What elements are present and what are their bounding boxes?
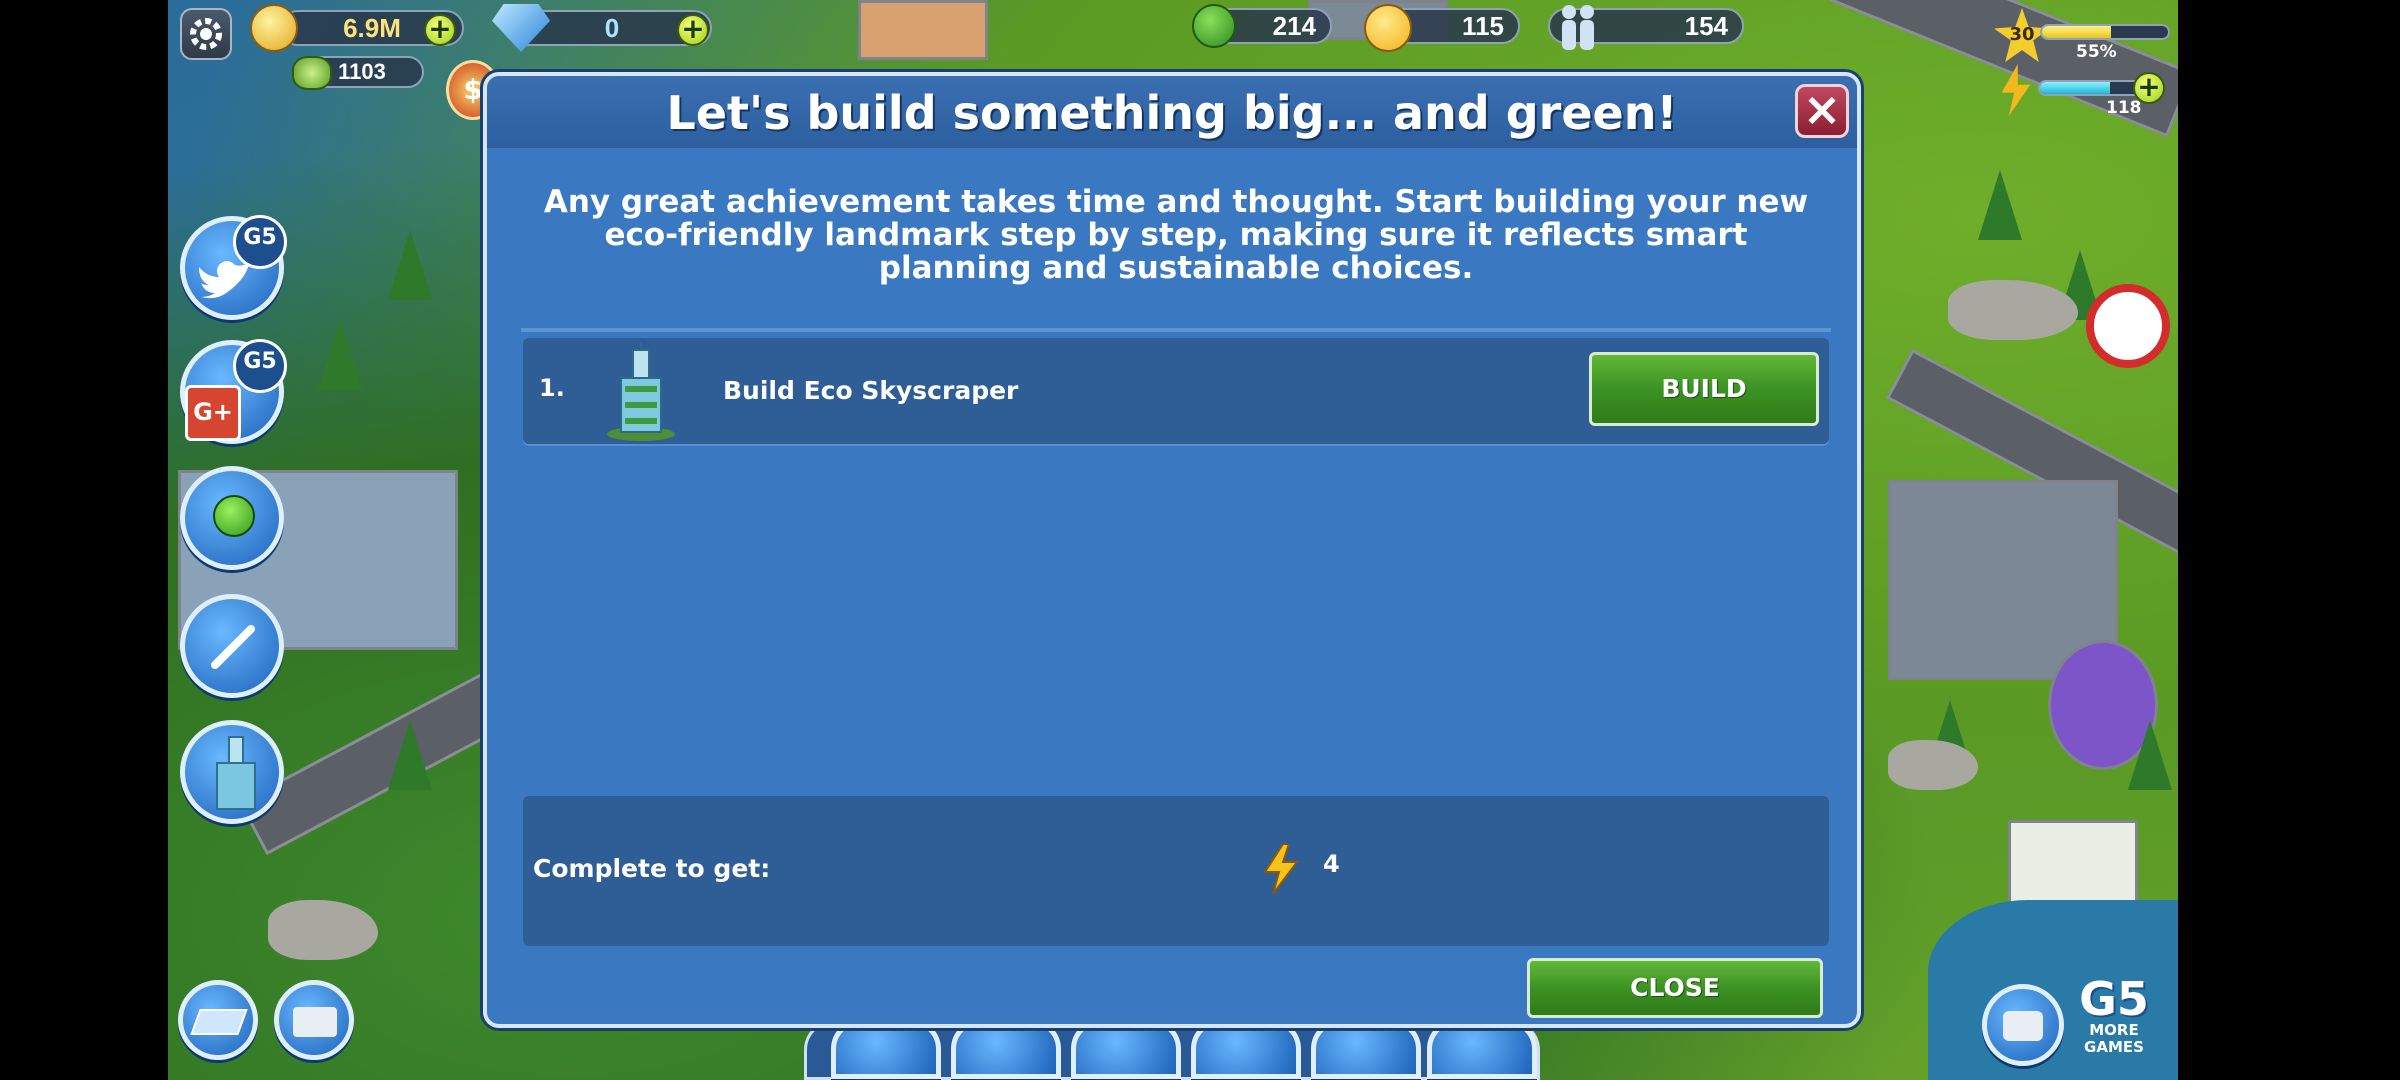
rock [268, 900, 378, 960]
gear-icon [190, 18, 222, 50]
divider [521, 328, 1831, 332]
xp-percent: 55% [2076, 42, 2117, 62]
energy-bar [2038, 80, 2142, 96]
cash-icon [292, 56, 332, 90]
task-row: 1. Build Eco Skyscraper BUILD [523, 338, 1829, 446]
add-coins-button[interactable]: + [424, 14, 456, 46]
gems-value: 0 [604, 12, 620, 43]
toolbar-button-residential[interactable] [831, 1019, 941, 1079]
quest-dialog: Let's build something big... and green! … [483, 72, 1861, 1028]
tree [388, 230, 432, 300]
reward-label: Complete to get: [533, 854, 771, 883]
toolbar-button-transport[interactable] [951, 1019, 1061, 1079]
skyscraper-quest-button[interactable] [180, 720, 284, 824]
repair-button[interactable] [180, 594, 284, 698]
tree [1978, 170, 2022, 240]
reward-value: 4 [1323, 850, 1340, 878]
wrench-icon [211, 625, 255, 669]
g5-text: G5 [243, 225, 277, 250]
add-gems-button[interactable]: + [677, 14, 709, 46]
skyscraper-icon [216, 736, 256, 810]
g5-logo: G5 [2079, 972, 2149, 1026]
more-games-button[interactable]: G5 MORE GAMES [2070, 976, 2158, 1066]
people-icon [1556, 2, 1600, 54]
task-number: 1. [539, 374, 565, 402]
camera-button[interactable] [1982, 984, 2064, 1066]
dialog-title: Let's build something big... and green! [666, 86, 1678, 140]
coins-value: 6.9M [343, 12, 401, 43]
energy-value: 118 [2106, 98, 2142, 118]
building [858, 0, 988, 60]
build-button[interactable]: BUILD [1589, 352, 1819, 426]
map-icon [190, 1009, 248, 1035]
toolbar-button-storage[interactable] [1311, 1019, 1421, 1079]
level-value: 30 [2009, 24, 2035, 45]
xp-bar [2040, 24, 2170, 40]
cash-value: 1103 [338, 59, 386, 84]
eco-value: 214 [1272, 10, 1316, 41]
bulldozer-button[interactable] [274, 980, 354, 1060]
twitter-button[interactable]: G5 [180, 215, 287, 320]
camera-icon [2003, 1011, 2043, 1041]
smiley-icon [1364, 4, 1412, 52]
reward-panel: Complete to get: 4 [523, 796, 1829, 946]
xp-bar-fill [2042, 26, 2112, 38]
shield-smiley-icon [213, 495, 255, 537]
task-label: Build Eco Skyscraper [723, 376, 1019, 405]
tree [318, 320, 362, 390]
bottom-toolbar [804, 1019, 1540, 1080]
tree [388, 720, 432, 790]
more-games-label-2: GAMES [2084, 1038, 2144, 1056]
bulldozer-icon [293, 1007, 337, 1037]
g5-text: G5 [243, 349, 277, 374]
settings-button[interactable] [180, 8, 232, 60]
tree [2128, 720, 2172, 790]
google-plus-icon: G+ [185, 385, 241, 441]
dialog-description: Any great achievement takes time and tho… [543, 184, 1809, 286]
shield-eco-button[interactable] [180, 466, 284, 570]
toolbar-button-rails[interactable] [1191, 1019, 1301, 1079]
coins-icon [250, 4, 298, 52]
map-view-button[interactable] [178, 980, 258, 1060]
google-plus-button[interactable]: G+ G5 [180, 339, 287, 444]
close-button[interactable]: CLOSE [1527, 958, 1823, 1018]
energy-bar-fill [2040, 82, 2110, 94]
tree-icon [1192, 4, 1236, 48]
toolbar-button-g5[interactable] [1427, 1019, 1537, 1079]
eco-skyscraper-icon [607, 342, 675, 441]
happiness-value: 115 [1462, 10, 1504, 41]
no-vehicle-sign-icon[interactable] [2086, 284, 2170, 368]
screen: 6.9M + 1103 0 + $ 214 115 154 30 55% + 1… [0, 0, 2400, 1080]
close-dialog-button[interactable]: × [1795, 84, 1849, 138]
toolbar-button-trains[interactable] [1071, 1019, 1181, 1079]
rock [1888, 740, 1978, 790]
g5-logo-icon: G5 [233, 339, 287, 393]
population-value: 154 [1684, 10, 1728, 41]
close-icon: × [1802, 82, 1842, 136]
lightning-icon [1263, 844, 1299, 894]
g5-logo-icon: G5 [233, 215, 287, 269]
